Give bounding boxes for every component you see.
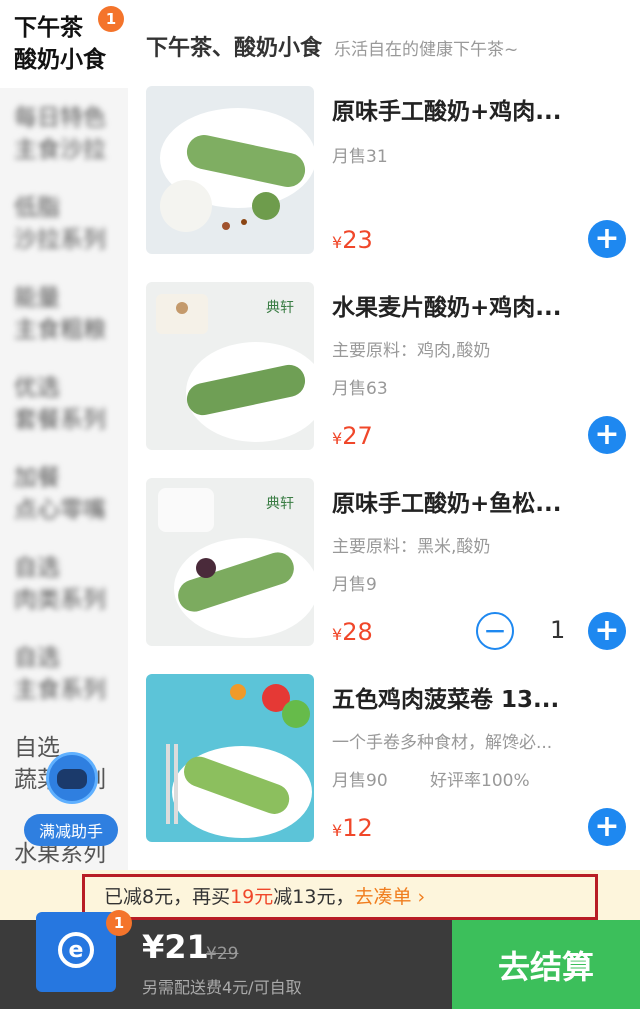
product-sales: 月售63 xyxy=(332,379,388,399)
product-name: 水果麦片酸奶+鸡肉... xyxy=(332,295,562,321)
promo-text: 已减8元，再买19元减13元，去凑单 › xyxy=(104,882,425,909)
sidebar-item-label-line1: 优选 xyxy=(14,375,60,401)
add-to-cart-button[interactable]: + xyxy=(588,220,626,258)
discount-helper-button[interactable]: 满减助手 xyxy=(24,752,118,850)
product-price: ¥28 xyxy=(332,618,373,646)
product-sales: 月售9 xyxy=(332,575,377,595)
product-price: ¥12 xyxy=(332,814,373,842)
sidebar-item-meat[interactable]: 自选 肉类系列 xyxy=(0,540,128,628)
category-count-badge: 1 xyxy=(98,6,124,32)
cart-count-badge: 1 xyxy=(106,910,132,936)
sidebar-item-label-line2: 点心零嘴 xyxy=(14,497,106,523)
sidebar-item-afternoon-tea[interactable]: 下午茶 酸奶小食 1 xyxy=(0,0,128,88)
robot-icon xyxy=(46,752,98,804)
cart-original-price: ¥29 xyxy=(206,944,239,964)
add-more-link[interactable]: 去凑单 › xyxy=(354,886,425,908)
product-image[interactable]: 典轩 xyxy=(146,478,314,646)
decrease-quantity-button[interactable]: − xyxy=(476,612,514,650)
sidebar-item-label-line2: 肉类系列 xyxy=(14,587,106,613)
svg-text:典轩: 典轩 xyxy=(266,300,294,316)
svg-text:典轩: 典轩 xyxy=(266,496,294,512)
cart-total: ¥21 xyxy=(142,928,209,966)
add-to-cart-button[interactable]: + xyxy=(588,612,626,650)
product-image[interactable] xyxy=(146,86,314,254)
product-card[interactable]: 原味手工酸奶+鸡肉... 月售31 ¥23 + xyxy=(146,86,636,258)
promo-text-part2: 减13元， xyxy=(273,886,355,908)
section-header: 下午茶、酸奶小食 乐活自在的健康下午茶~ xyxy=(146,30,518,66)
sidebar-item-daily-special[interactable]: 每日特色 主食沙拉 xyxy=(0,90,128,178)
product-card[interactable]: 典轩 原味手工酸奶+鱼松... 主要原料：黑米,酸奶 月售9 ¥28 − 1 + xyxy=(146,478,636,650)
sidebar-item-label-line2: 主食系列 xyxy=(14,677,106,703)
product-sales: 月售31 xyxy=(332,147,388,167)
add-to-cart-button[interactable]: + xyxy=(588,416,626,454)
category-sidebar: 下午茶 酸奶小食 1 每日特色 主食沙拉 低脂 沙拉系列 能量 主食粗粮 优选 … xyxy=(0,0,128,920)
cart-bar: e 1 ¥21 ¥29 另需配送费4元/可自取 去结算 xyxy=(0,910,640,1009)
product-list: 下午茶、酸奶小食 乐活自在的健康下午茶~ 原味手工酸奶+鸡肉... 月售31 ¥… xyxy=(128,0,640,870)
product-price: ¥23 xyxy=(332,226,373,254)
section-title: 下午茶、酸奶小食 xyxy=(146,36,323,61)
sidebar-item-combo[interactable]: 优选 套餐系列 xyxy=(0,360,128,448)
product-ingredients: 主要原料：鸡肉,酸奶 xyxy=(332,341,491,361)
add-to-cart-button[interactable]: + xyxy=(588,808,626,846)
product-image[interactable] xyxy=(146,674,314,842)
product-description: 一个手卷多种食材，解馋必... xyxy=(332,733,553,753)
product-price: ¥27 xyxy=(332,422,373,450)
sidebar-item-staple[interactable]: 能量 主食粗粮 xyxy=(0,270,128,358)
product-name: 原味手工酸奶+鱼松... xyxy=(332,491,562,517)
sidebar-item-label-line1: 加餐 xyxy=(14,465,60,491)
product-ingredients: 主要原料：黑米,酸奶 xyxy=(332,537,491,557)
sidebar-item-label-line1: 能量 xyxy=(14,285,60,311)
promo-text-part1: 已减8元，再买 xyxy=(104,886,231,908)
sidebar-item-label-line2: 套餐系列 xyxy=(14,407,106,433)
promo-amount: 19元 xyxy=(230,886,274,908)
sidebar-item-label-line2: 主食沙拉 xyxy=(14,137,106,163)
sidebar-item-label-line1: 自选 xyxy=(14,555,60,581)
product-name: 原味手工酸奶+鸡肉... xyxy=(332,99,562,125)
product-card[interactable]: 典轩 水果麦片酸奶+鸡肉... 主要原料：鸡肉,酸奶 月售63 ¥27 + xyxy=(146,282,636,454)
product-sales: 月售90 xyxy=(332,771,388,791)
product-name: 五色鸡肉菠菜卷 13... xyxy=(332,687,560,713)
section-subtitle: 乐活自在的健康下午茶~ xyxy=(334,40,519,60)
sidebar-item-label-line2: 沙拉系列 xyxy=(14,227,106,253)
cart-icon[interactable]: e xyxy=(36,912,116,992)
discount-helper-label: 满减助手 xyxy=(24,814,118,846)
cart-logo-icon: e xyxy=(58,932,94,968)
product-rating: 好评率100% xyxy=(430,771,530,791)
sidebar-item-staple-select[interactable]: 自选 主食系列 xyxy=(0,630,128,718)
sidebar-item-label-line2: 主食粗粮 xyxy=(14,317,106,343)
sidebar-item-label-line1: 自选 xyxy=(14,645,60,671)
sidebar-item-label-line2: 酸奶小食 xyxy=(14,47,106,73)
quantity-value: 1 xyxy=(550,616,566,644)
sidebar-item-label-line1: 每日特色 xyxy=(14,105,106,131)
checkout-button[interactable]: 去结算 xyxy=(452,920,640,1009)
delivery-fee-note: 另需配送费4元/可自取 xyxy=(142,978,302,997)
sidebar-item-label-line1: 低脂 xyxy=(14,195,60,221)
product-card[interactable]: 五色鸡肉菠菜卷 13... 一个手卷多种食材，解馋必... 月售90 好评率10… xyxy=(146,674,636,846)
sidebar-item-salad[interactable]: 低脂 沙拉系列 xyxy=(0,180,128,268)
product-image[interactable]: 典轩 xyxy=(146,282,314,450)
sidebar-item-snacks[interactable]: 加餐 点心零嘴 xyxy=(0,450,128,538)
